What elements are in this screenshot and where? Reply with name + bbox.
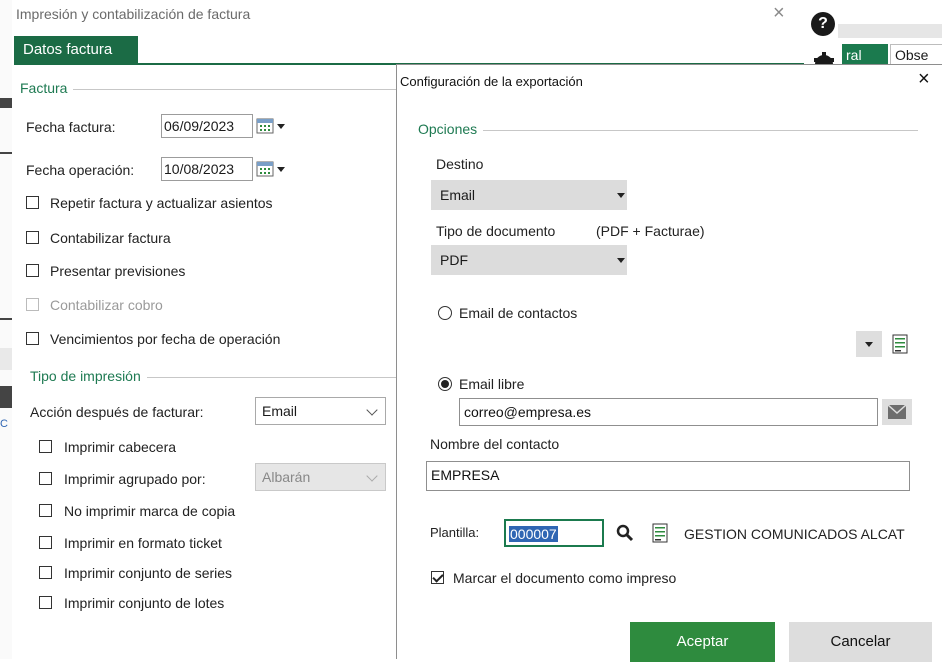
contabilizar-factura-checkbox[interactable] — [26, 231, 39, 244]
tab-datos-factura[interactable]: Datos factura — [14, 36, 138, 63]
group-title-opciones: Opciones — [418, 121, 484, 137]
document-icon[interactable] — [652, 523, 668, 543]
accion-despues-label: Acción después de facturar: — [30, 404, 204, 420]
destino-value: Email — [440, 187, 476, 203]
accion-despues-select[interactable]: Email — [255, 397, 386, 425]
cancel-button[interactable]: Cancelar — [789, 622, 932, 662]
marcar-impreso-checkbox[interactable] — [431, 571, 444, 584]
chevron-down-icon — [366, 470, 378, 482]
contabilizar-cobro-checkbox — [26, 298, 39, 311]
formato-ticket-label: Imprimir en formato ticket — [64, 535, 222, 551]
group-title-tipo-impresion: Tipo de impresión — [30, 368, 147, 384]
fecha-operacion-label: Fecha operación: — [26, 162, 135, 178]
accion-despues-value: Email — [262, 403, 298, 419]
imprimir-agrupado-label: Imprimir agrupado por: — [64, 471, 206, 487]
nombre-contacto-label: Nombre del contacto — [430, 436, 560, 452]
contactos-dropdown-button[interactable] — [856, 331, 882, 357]
email-contactos-radio[interactable] — [438, 306, 452, 320]
group-title-factura: Factura — [20, 80, 74, 96]
email-send-button[interactable] — [882, 399, 912, 425]
dialog-close-button[interactable]: × — [918, 68, 930, 91]
plantilla-description: GESTION COMUNICADOS ALCAT — [684, 526, 905, 542]
edge-mark — [0, 98, 12, 108]
repetir-factura-checkbox[interactable] — [26, 196, 39, 209]
repetir-factura-label: Repetir factura y actualizar asientos — [50, 195, 273, 211]
window-close-button[interactable]: × — [773, 2, 785, 25]
plantilla-input[interactable]: 000007 — [504, 519, 604, 547]
destino-label: Destino — [436, 156, 484, 172]
email-libre-radio[interactable] — [438, 377, 452, 391]
edge-mark — [0, 152, 12, 154]
presentar-previsiones-checkbox[interactable] — [26, 264, 39, 277]
chevron-down-icon[interactable] — [277, 124, 285, 129]
calendar-icon[interactable] — [256, 161, 274, 177]
tipo-documento-label: Tipo de documento — [436, 223, 556, 239]
group-divider — [418, 130, 918, 131]
group-divider — [20, 89, 396, 90]
fecha-operacion-input[interactable]: 10/08/2023 — [161, 157, 253, 181]
no-imprimir-marca-checkbox[interactable] — [39, 504, 52, 517]
no-imprimir-marca-label: No imprimir marca de copia — [64, 503, 236, 519]
formato-ticket-checkbox[interactable] — [39, 536, 52, 549]
edge-mark — [0, 386, 12, 408]
conjunto-series-label: Imprimir conjunto de series — [64, 565, 233, 581]
chevron-down-icon — [617, 258, 625, 263]
fecha-factura-input[interactable]: 06/09/2023 — [161, 114, 253, 138]
plantilla-label: Plantilla: — [430, 525, 480, 540]
vencimientos-checkbox[interactable] — [26, 332, 39, 345]
tab-general[interactable]: ral — [842, 44, 888, 66]
vencimientos-label: Vencimientos por fecha de operación — [50, 331, 281, 347]
chevron-down-icon — [366, 404, 378, 416]
tipo-documento-select[interactable]: PDF — [431, 245, 627, 275]
edge-mark — [0, 348, 12, 370]
tab-observaciones[interactable]: Obse — [890, 44, 942, 66]
contabilizar-cobro-label: Contabilizar cobro — [50, 297, 163, 313]
email-contactos-label: Email de contactos — [459, 305, 578, 321]
conjunto-lotes-label: Imprimir conjunto de lotes — [64, 595, 225, 611]
edge-text: C — [0, 418, 8, 430]
conjunto-lotes-checkbox[interactable] — [39, 596, 52, 609]
help-icon[interactable]: ? — [811, 12, 835, 36]
plantilla-value: 000007 — [509, 526, 558, 542]
calendar-icon[interactable] — [256, 118, 274, 134]
search-icon[interactable] — [616, 524, 634, 542]
imprimir-agrupado-checkbox[interactable] — [39, 472, 52, 485]
presentar-previsiones-label: Presentar previsiones — [50, 263, 186, 279]
chevron-down-icon — [617, 193, 625, 198]
email-libre-label: Email libre — [459, 376, 525, 392]
background-strip — [838, 24, 942, 38]
tipo-documento-value: PDF — [440, 252, 468, 268]
conjunto-series-checkbox[interactable] — [39, 566, 52, 579]
chevron-down-icon — [865, 342, 873, 347]
window-title: Impresión y contabilización de factura — [16, 6, 251, 22]
chevron-down-icon[interactable] — [277, 167, 285, 172]
fecha-factura-label: Fecha factura: — [26, 119, 116, 135]
marcar-impreso-label: Marcar el documento como impreso — [453, 570, 677, 586]
envelope-icon — [888, 405, 906, 419]
email-libre-input[interactable]: correo@empresa.es — [459, 398, 878, 426]
edge-mark — [0, 318, 12, 320]
destino-select[interactable]: Email — [431, 180, 627, 210]
tipo-documento-hint: (PDF + Facturae) — [596, 223, 705, 239]
agrupado-select: Albarán — [255, 463, 386, 491]
nombre-contacto-input[interactable]: EMPRESA — [426, 461, 910, 491]
contabilizar-factura-label: Contabilizar factura — [50, 230, 171, 246]
imprimir-cabecera-checkbox[interactable] — [39, 440, 52, 453]
left-edge-strip: C — [0, 0, 12, 659]
dialog-title: Configuración de la exportación — [400, 74, 583, 89]
accept-button[interactable]: Aceptar — [630, 622, 775, 662]
imprimir-cabecera-label: Imprimir cabecera — [64, 439, 177, 455]
agrupado-value: Albarán — [262, 469, 311, 485]
document-icon[interactable] — [892, 334, 908, 354]
